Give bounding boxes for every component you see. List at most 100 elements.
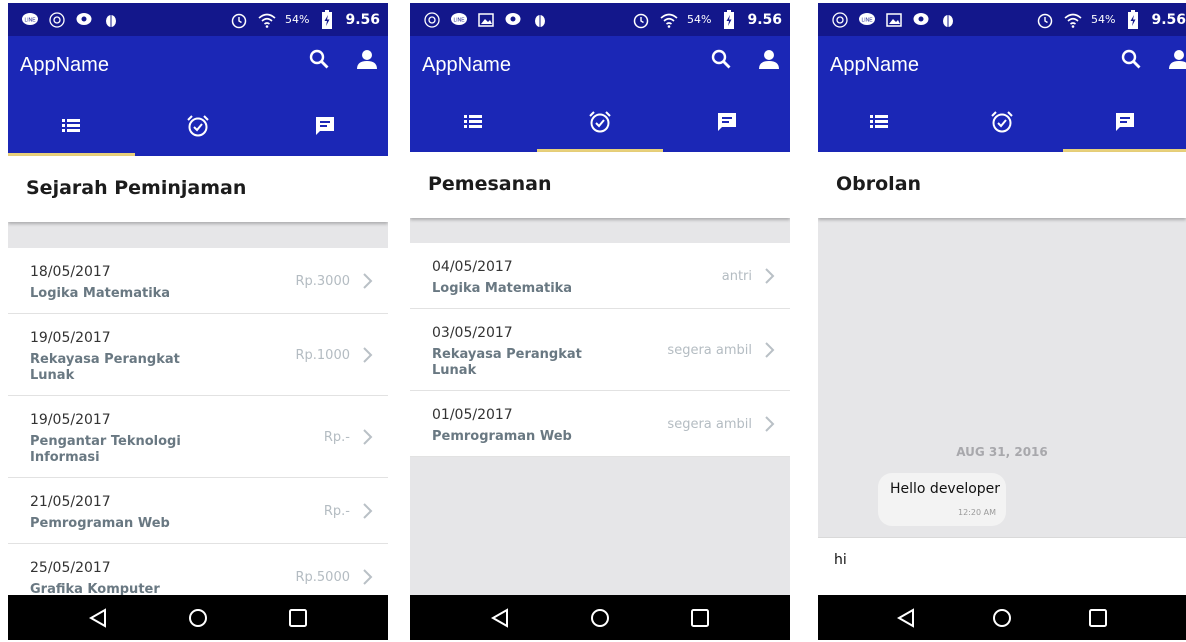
clock: 9.56 bbox=[345, 11, 380, 28]
back-icon[interactable] bbox=[485, 603, 515, 633]
line-app-icon: LINE bbox=[449, 10, 469, 30]
tab-history[interactable] bbox=[410, 108, 537, 152]
tab-orders[interactable] bbox=[536, 108, 664, 152]
list-item[interactable]: 19/05/2017 Rekayasa Perangkat Lunak Rp.1… bbox=[8, 314, 388, 396]
app-title: AppName bbox=[830, 54, 919, 76]
alarm-status-icon bbox=[229, 10, 249, 30]
screen-header: Pemesanan bbox=[410, 152, 790, 218]
message-text: Hello developer bbox=[890, 481, 1001, 497]
alarm-icon bbox=[186, 114, 210, 142]
home-icon[interactable] bbox=[585, 603, 615, 633]
list-item[interactable]: 04/05/2017 Logika Matematika antri bbox=[410, 243, 790, 309]
chevron-right-icon bbox=[363, 347, 373, 363]
image-icon bbox=[476, 10, 496, 30]
clock: 9.56 bbox=[747, 11, 782, 28]
list-item[interactable]: 19/05/2017 Pengantar Teknologi Informasi… bbox=[8, 396, 388, 478]
tab-bar bbox=[8, 112, 388, 156]
item-price: Rp.1000 bbox=[295, 348, 350, 363]
chat-bubble-icon bbox=[74, 10, 94, 30]
search-icon[interactable] bbox=[1118, 46, 1144, 72]
alarm-status-icon bbox=[631, 10, 651, 30]
search-icon[interactable] bbox=[708, 46, 734, 72]
item-date: 01/05/2017 bbox=[432, 407, 513, 423]
recents-icon[interactable] bbox=[685, 603, 715, 633]
phone-screen-orders: LINE 54% 9.56 AppName Pemesanan 04/05/20… bbox=[410, 3, 790, 640]
svg-text:LINE: LINE bbox=[453, 17, 465, 23]
page-title: Pemesanan bbox=[428, 173, 552, 195]
tab-chat[interactable] bbox=[261, 112, 388, 156]
item-title: Pemrograman Web bbox=[30, 516, 170, 531]
item-status: segera ambil bbox=[667, 343, 752, 358]
item-date: 18/05/2017 bbox=[30, 264, 111, 280]
battery-percent: 54% bbox=[687, 13, 712, 26]
battery-icon bbox=[1123, 9, 1143, 30]
line-app-icon: LINE bbox=[857, 10, 877, 30]
image-icon bbox=[884, 10, 904, 30]
battery-icon bbox=[719, 9, 739, 30]
alarm-status-icon bbox=[1035, 10, 1055, 30]
back-icon[interactable] bbox=[891, 603, 921, 633]
line-app-icon: LINE bbox=[20, 10, 40, 30]
tab-history[interactable] bbox=[8, 112, 135, 156]
home-icon[interactable] bbox=[183, 603, 213, 633]
status-bar: LINE 54% 9.56 bbox=[410, 3, 790, 36]
app-bar: AppName bbox=[818, 36, 1186, 108]
debug-icon bbox=[101, 10, 121, 30]
search-icon[interactable] bbox=[306, 46, 332, 72]
item-title: Pemrograman Web bbox=[432, 429, 572, 444]
chat-date-label: AUG 31, 2016 bbox=[956, 445, 1048, 459]
list-item[interactable]: 21/05/2017 Pemrograman Web Rp.- bbox=[8, 478, 388, 544]
account-icon[interactable] bbox=[1166, 46, 1186, 72]
list-icon bbox=[60, 114, 82, 140]
tab-chat[interactable] bbox=[1063, 108, 1186, 152]
chat-icon bbox=[1113, 110, 1137, 138]
item-status: segera ambil bbox=[667, 417, 752, 432]
list-icon bbox=[868, 110, 890, 136]
svg-text:LINE: LINE bbox=[24, 17, 36, 23]
tethering-icon bbox=[422, 10, 442, 30]
item-title: Logika Matematika bbox=[432, 281, 573, 296]
list-item[interactable]: 18/05/2017 Logika Matematika Rp.3000 bbox=[8, 248, 388, 314]
home-icon[interactable] bbox=[987, 603, 1017, 633]
message-input[interactable]: hi bbox=[834, 552, 847, 568]
screen-header: Obrolan bbox=[818, 152, 1186, 218]
chat-icon bbox=[313, 114, 337, 142]
debug-icon bbox=[938, 10, 958, 30]
item-status: antri bbox=[721, 269, 752, 284]
tab-orders[interactable] bbox=[941, 108, 1064, 152]
item-title: Pengantar Teknologi Informasi bbox=[30, 434, 181, 465]
item-title: Rekayasa Perangkat Lunak bbox=[432, 347, 582, 378]
item-price: Rp.- bbox=[323, 504, 350, 519]
chevron-right-icon bbox=[765, 342, 775, 358]
phone-screen-history: LINE 54% 9.56 AppName Sejarah Peminjaman… bbox=[8, 3, 388, 640]
nav-bar bbox=[410, 595, 790, 640]
tab-bar bbox=[818, 108, 1186, 152]
item-date: 19/05/2017 bbox=[30, 412, 111, 428]
recents-icon[interactable] bbox=[1083, 603, 1113, 633]
page-title: Sejarah Peminjaman bbox=[26, 177, 247, 199]
chevron-right-icon bbox=[363, 273, 373, 289]
chat-bubble-icon bbox=[503, 10, 523, 30]
tab-chat[interactable] bbox=[663, 108, 790, 152]
back-icon[interactable] bbox=[83, 603, 113, 633]
item-date: 19/05/2017 bbox=[30, 330, 111, 346]
account-icon[interactable] bbox=[756, 46, 782, 72]
account-icon[interactable] bbox=[354, 46, 380, 72]
recents-icon[interactable] bbox=[283, 603, 313, 633]
message-bubble: Hello developer 12:20 AM bbox=[878, 473, 1006, 526]
debug-icon bbox=[530, 10, 550, 30]
clock: 9.56 bbox=[1151, 11, 1186, 28]
item-price: Rp.5000 bbox=[295, 570, 350, 585]
page-title: Obrolan bbox=[836, 173, 922, 195]
tab-history[interactable] bbox=[818, 108, 941, 152]
item-date: 04/05/2017 bbox=[432, 259, 513, 275]
message-input-bar: hi bbox=[818, 537, 1186, 597]
app-title: AppName bbox=[20, 54, 109, 76]
item-price: Rp.- bbox=[323, 430, 350, 445]
phone-screen-chat: LINE 54% 9.56 AppName Obrolan AUG 31, 20… bbox=[818, 3, 1186, 640]
battery-percent: 54% bbox=[285, 13, 310, 26]
tab-orders[interactable] bbox=[135, 112, 262, 156]
list-item[interactable]: 01/05/2017 Pemrograman Web segera ambil bbox=[410, 391, 790, 457]
list-item[interactable]: 03/05/2017 Rekayasa Perangkat Lunak sege… bbox=[410, 309, 790, 391]
wifi-icon bbox=[659, 10, 679, 30]
